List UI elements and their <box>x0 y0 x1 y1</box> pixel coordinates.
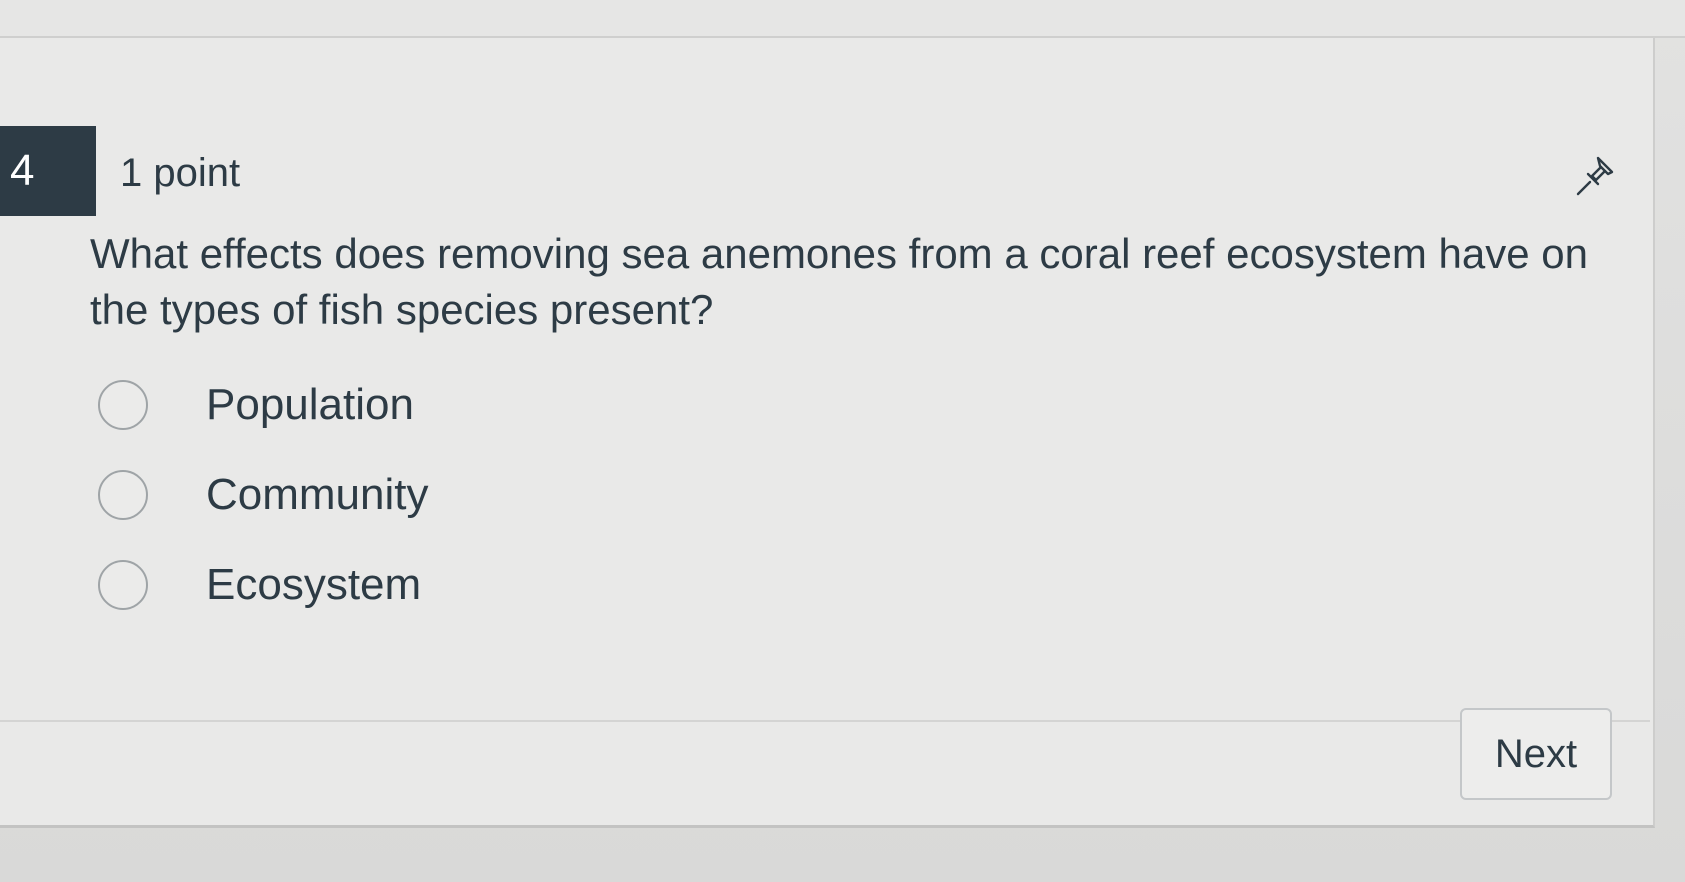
radio-button[interactable] <box>98 470 148 520</box>
answer-option-population[interactable]: Population <box>98 360 429 450</box>
answer-label: Population <box>206 380 414 429</box>
radio-button[interactable] <box>98 380 148 430</box>
answer-option-ecosystem[interactable]: Ecosystem <box>98 540 429 630</box>
previous-question-edge <box>0 0 1685 38</box>
answer-label: Community <box>206 470 429 519</box>
question-text: What effects does removing sea anemones … <box>90 230 1588 333</box>
footer-divider <box>0 720 1650 722</box>
pin-icon[interactable] <box>1570 150 1620 200</box>
next-button[interactable]: Next <box>1460 708 1612 800</box>
answer-options: Population Community Ecosystem <box>98 360 429 630</box>
question-points: 1 point <box>120 151 241 195</box>
answer-label: Ecosystem <box>206 560 422 609</box>
answer-option-community[interactable]: Community <box>98 450 429 540</box>
question-number-badge: 4 <box>0 126 96 216</box>
radio-button[interactable] <box>98 560 148 610</box>
